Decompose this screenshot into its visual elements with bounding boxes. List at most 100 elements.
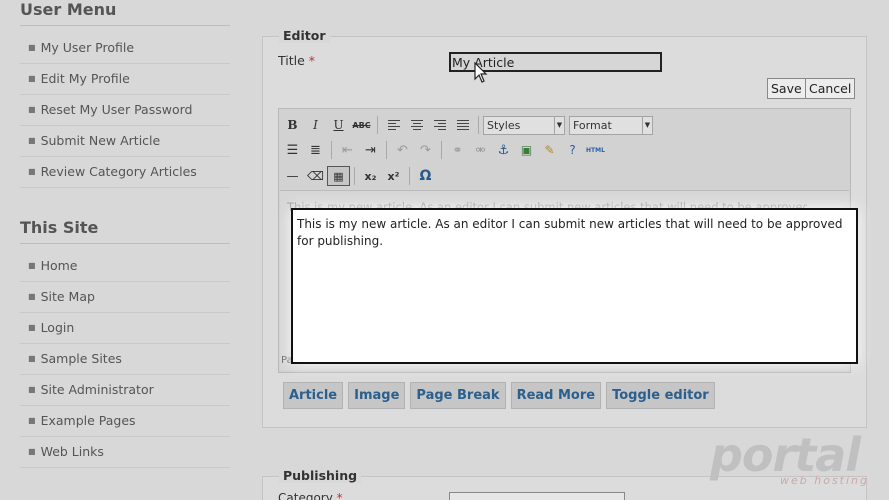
zoomed-content-callout: This is my new article. As an editor I c… xyxy=(291,208,858,364)
link-icon[interactable]: ⚭ xyxy=(446,140,469,160)
sidebar-item-label: Submit New Article xyxy=(40,133,161,148)
unlink-icon[interactable]: ⚮ xyxy=(469,140,492,160)
divider xyxy=(354,167,355,185)
align-right-icon[interactable] xyxy=(428,115,451,135)
category-label: Category * xyxy=(278,491,343,500)
toolbar-row-2: ☰ ≣ ⇤ ⇥ ↶ ↷ ⚭ ⚮ ⚓ ▣ ✎ ? HTML xyxy=(281,138,607,162)
horizontal-rule-icon[interactable]: — xyxy=(281,166,304,186)
bullet-icon: ■ xyxy=(28,323,36,332)
bullet-icon: ■ xyxy=(28,74,36,83)
sidebar-item-label: Edit My Profile xyxy=(40,71,130,86)
format-select[interactable]: Format ▼ xyxy=(569,115,653,135)
divider xyxy=(409,167,410,185)
sidebar-item-site-map[interactable]: ■ Site Map xyxy=(20,282,230,313)
sidebar-item-edit-my-profile[interactable]: ■ Edit My Profile xyxy=(20,64,230,95)
toolbar-row-1: B I U ABC Styles ▼ Format ▼ xyxy=(281,113,657,137)
toggle-editor-button[interactable]: Toggle editor xyxy=(606,382,715,409)
sidebar-item-review-category-articles[interactable]: ■ Review Category Articles xyxy=(20,157,230,188)
publishing-legend: Publishing xyxy=(279,468,362,483)
bullet-icon: ■ xyxy=(28,167,36,176)
sidebar-item-web-links[interactable]: ■ Web Links xyxy=(20,437,230,468)
user-menu-list: ■ My User Profile ■ Edit My Profile ■ Reset… xyxy=(20,33,230,188)
title-label-text: Title xyxy=(278,53,305,68)
undo-icon[interactable]: ↶ xyxy=(391,140,414,160)
bullet-icon: ■ xyxy=(28,385,36,394)
sidebar-item-label: Site Map xyxy=(40,289,95,304)
sidebar-item-label: Home xyxy=(40,258,78,273)
sidebar-item-example-pages[interactable]: ■ Example Pages xyxy=(20,406,230,437)
image-button[interactable]: Image xyxy=(348,382,406,409)
editor-buttons: Article Image Page Break Read More Toggl… xyxy=(283,382,715,409)
align-left-icon[interactable] xyxy=(382,115,405,135)
divider xyxy=(441,141,442,159)
sidebar-item-label: My User Profile xyxy=(40,40,135,55)
sidebar-item-home[interactable]: ■ Home xyxy=(20,251,230,282)
divider xyxy=(331,141,332,159)
bullet-list-icon[interactable]: ☰ xyxy=(281,140,304,160)
redo-icon[interactable]: ↷ xyxy=(414,140,437,160)
save-button[interactable]: Save xyxy=(767,78,806,99)
page-break-button[interactable]: Page Break xyxy=(410,382,506,409)
mouse-cursor-icon xyxy=(474,62,488,83)
divider xyxy=(377,116,378,134)
bullet-icon: ■ xyxy=(28,43,36,52)
sidebar-item-label: Review Category Articles xyxy=(40,164,197,179)
user-menu-title: User Menu xyxy=(20,0,117,19)
chevron-down-icon: ▼ xyxy=(554,116,564,134)
editor-legend: Editor xyxy=(279,28,330,43)
anchor-icon[interactable]: ⚓ xyxy=(492,140,515,160)
sidebar-item-label: Web Links xyxy=(40,444,104,459)
article-button[interactable]: Article xyxy=(283,382,344,409)
sidebar-item-label: Reset My User Password xyxy=(40,102,193,117)
image-icon[interactable]: ▣ xyxy=(515,140,538,160)
superscript-icon[interactable]: x² xyxy=(382,166,405,186)
format-select-label: Format xyxy=(573,118,612,132)
numbered-list-icon[interactable]: ≣ xyxy=(304,140,327,160)
bullet-icon: ■ xyxy=(28,261,36,270)
cleanup-icon[interactable]: ✎ xyxy=(538,140,561,160)
sidebar-item-submit-new-article[interactable]: ■ Submit New Article xyxy=(20,126,230,157)
divider xyxy=(386,141,387,159)
html-icon[interactable]: HTML xyxy=(584,140,607,160)
sidebar-item-reset-password[interactable]: ■ Reset My User Password xyxy=(20,95,230,126)
strikethrough-icon[interactable]: ABC xyxy=(350,115,373,135)
help-icon[interactable]: ? xyxy=(561,140,584,160)
toolbar-row-3: — ⌫ ▦ x₂ x² Ω xyxy=(281,164,437,188)
divider xyxy=(478,116,479,134)
align-center-icon[interactable] xyxy=(405,115,428,135)
read-more-button[interactable]: Read More xyxy=(510,382,602,409)
required-mark: * xyxy=(308,53,316,68)
portal-logo-subtext: web hosting xyxy=(780,474,869,487)
cancel-button[interactable]: Cancel xyxy=(805,78,856,99)
chevron-down-icon: ▼ xyxy=(642,116,652,134)
underline-icon[interactable]: U xyxy=(327,115,350,135)
category-select[interactable] xyxy=(449,492,625,500)
sidebar-item-label: Login xyxy=(40,320,75,335)
styles-select-label: Styles xyxy=(487,118,521,132)
bullet-icon: ■ xyxy=(28,416,36,425)
subscript-icon[interactable]: x₂ xyxy=(359,166,382,186)
styles-select[interactable]: Styles ▼ xyxy=(483,115,565,135)
category-label-text: Category xyxy=(278,491,333,500)
indent-icon[interactable]: ⇥ xyxy=(359,140,382,160)
sidebar-item-sample-sites[interactable]: ■ Sample Sites xyxy=(20,344,230,375)
outdent-icon[interactable]: ⇤ xyxy=(336,140,359,160)
italic-icon[interactable]: I xyxy=(304,115,327,135)
title-label: Title * xyxy=(278,53,315,68)
special-character-icon[interactable]: Ω xyxy=(414,166,437,186)
table-icon[interactable]: ▦ xyxy=(327,166,350,186)
sidebar-item-login[interactable]: ■ Login xyxy=(20,313,230,344)
divider xyxy=(20,243,230,244)
this-site-list: ■ Home ■ Site Map ■ Login ■ Sample Sites ■ Si… xyxy=(20,251,230,468)
sidebar-item-my-user-profile[interactable]: ■ My User Profile xyxy=(20,33,230,64)
sidebar-item-label: Example Pages xyxy=(40,413,136,428)
sidebar-item-site-administrator[interactable]: ■ Site Administrator xyxy=(20,375,230,406)
bold-icon[interactable]: B xyxy=(281,115,304,135)
bullet-icon: ■ xyxy=(28,136,36,145)
bullet-icon: ■ xyxy=(28,447,36,456)
required-mark: * xyxy=(336,491,343,500)
align-justify-icon[interactable] xyxy=(451,115,474,135)
remove-format-icon[interactable]: ⌫ xyxy=(304,166,327,186)
this-site-title: This Site xyxy=(20,218,99,237)
bullet-icon: ■ xyxy=(28,292,36,301)
